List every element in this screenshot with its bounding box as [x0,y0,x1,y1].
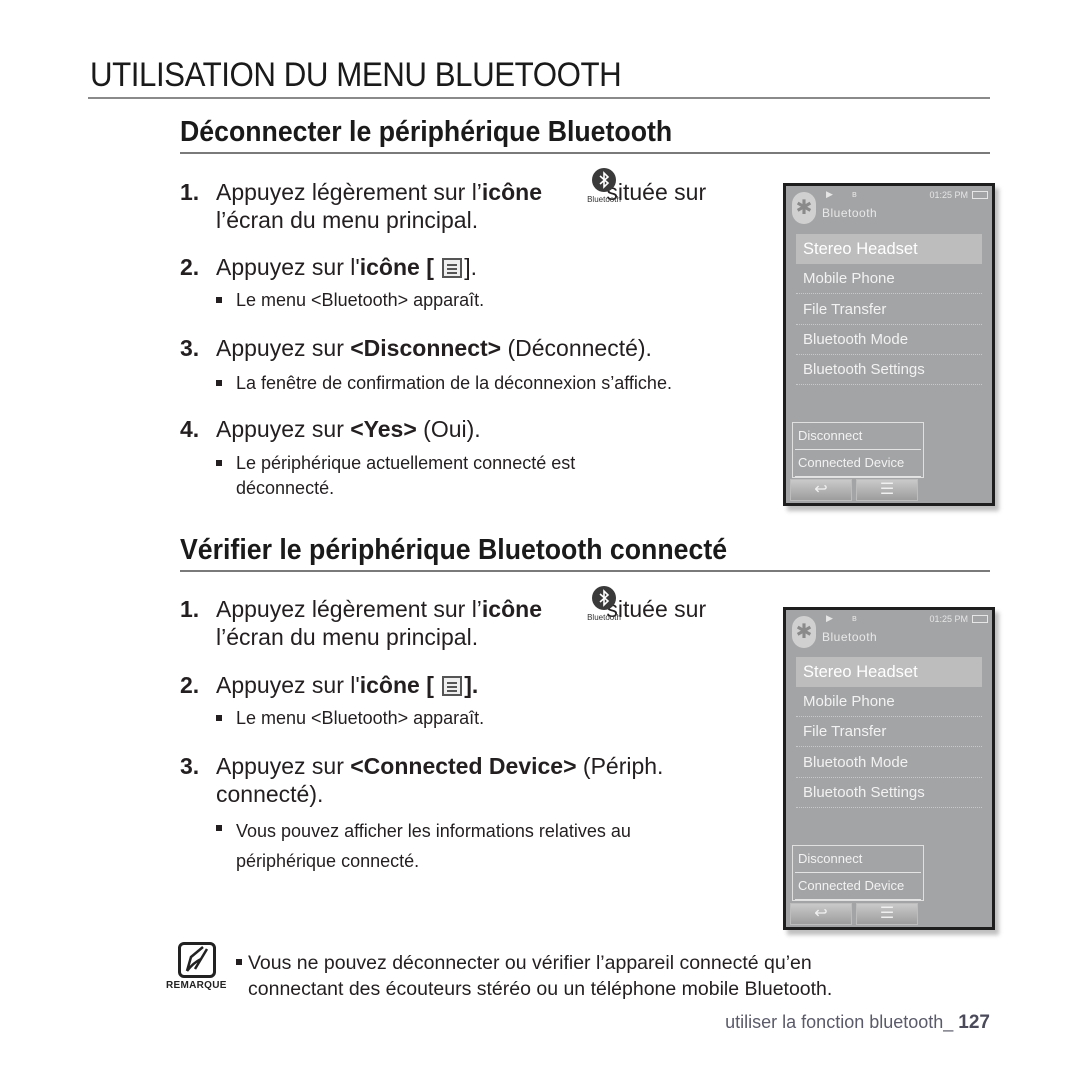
bullet-note: Le menu <Bluetooth> apparaît. [216,288,484,313]
bullet-note: Le périphérique actuellement connecté es… [216,451,575,501]
section-divider [180,570,990,572]
note-label: REMARQUE [166,980,227,991]
menu-item[interactable]: Bluetooth Settings [796,778,982,808]
device-screen-disconnect: ✱ ▶ ʙ 01:25 PM Bluetooth Stereo Headset … [783,183,995,506]
step-2: 2. Appuyez sur l'icône [ ]. [180,254,478,280]
step-2: 2. Appuyez sur l'icône [ ]. [180,672,479,698]
note-pencil-icon [178,942,216,978]
menu-item[interactable]: File Transfer [796,295,982,325]
bullet-note: Vous pouvez afficher les informations re… [216,816,631,876]
bluetooth-icon: Bluetooth [580,168,628,214]
step-3: 3. Appuyez sur <Disconnect> (Déconnecté). [180,335,652,361]
section-title-disconnect: Déconnecter le périphérique Bluetooth [180,116,673,148]
menu-item[interactable]: Stereo Headset [796,657,982,687]
page-title: UTILISATION DU MENU BLUETOOTH [90,56,622,94]
status-bar: ▶ ʙ 01:25 PM [786,612,992,628]
section-divider [180,152,990,154]
menu-icon [442,258,463,278]
menu-button[interactable]: ☰ [856,903,918,925]
bluetooth-status-icon: ʙ [852,189,857,199]
menu-item[interactable]: Bluetooth Mode [796,748,982,778]
menu-item[interactable]: Stereo Headset [796,234,982,264]
bluetooth-icon: Bluetooth [580,586,628,632]
section-title-verify: Vérifier le périphérique Bluetooth conne… [180,534,728,566]
page-number: 127 [958,1012,990,1033]
menu-item[interactable]: Mobile Phone [796,687,982,717]
battery-icon [972,615,988,623]
bullet-note: Le menu <Bluetooth> apparaît. [216,706,484,731]
back-button[interactable]: ↩ [790,903,852,925]
page-footer: utiliser la fonction bluetooth_ 127 [725,1012,990,1033]
device-screen-connected: ✱ ▶ ʙ 01:25 PM Bluetooth Stereo Headset … [783,607,995,930]
popup-item-disconnect[interactable]: Disconnect [795,846,921,873]
step-3: 3. Appuyez sur <Connected Device> (Périph… [180,753,664,807]
menu-icon [442,676,463,696]
note-text: Vous ne pouvez déconnecter ou vérifier l… [236,950,832,1002]
bluetooth-status-icon: ʙ [852,613,857,623]
menu-item[interactable]: Mobile Phone [796,264,982,294]
title-divider [88,97,990,99]
battery-icon [972,191,988,199]
options-popup: Disconnect Connected Device [792,845,924,901]
step-4: 4. Appuyez sur <Yes> (Oui). [180,416,481,442]
status-bar: ▶ ʙ 01:25 PM [786,188,992,204]
menu-item[interactable]: File Transfer [796,717,982,747]
menu-button[interactable]: ☰ [856,479,918,501]
menu-item[interactable]: Bluetooth Settings [796,355,982,385]
popup-item-disconnect[interactable]: Disconnect [795,423,921,450]
play-icon: ▶ [826,613,833,623]
menu-item[interactable]: Bluetooth Mode [796,325,982,355]
play-icon: ▶ [826,189,833,199]
back-button[interactable]: ↩ [790,479,852,501]
popup-item-connected-device[interactable]: Connected Device [795,450,921,477]
popup-item-connected-device[interactable]: Connected Device [795,873,921,900]
bullet-note: La fenêtre de confirmation de la déconne… [216,371,672,396]
options-popup: Disconnect Connected Device [792,422,924,478]
